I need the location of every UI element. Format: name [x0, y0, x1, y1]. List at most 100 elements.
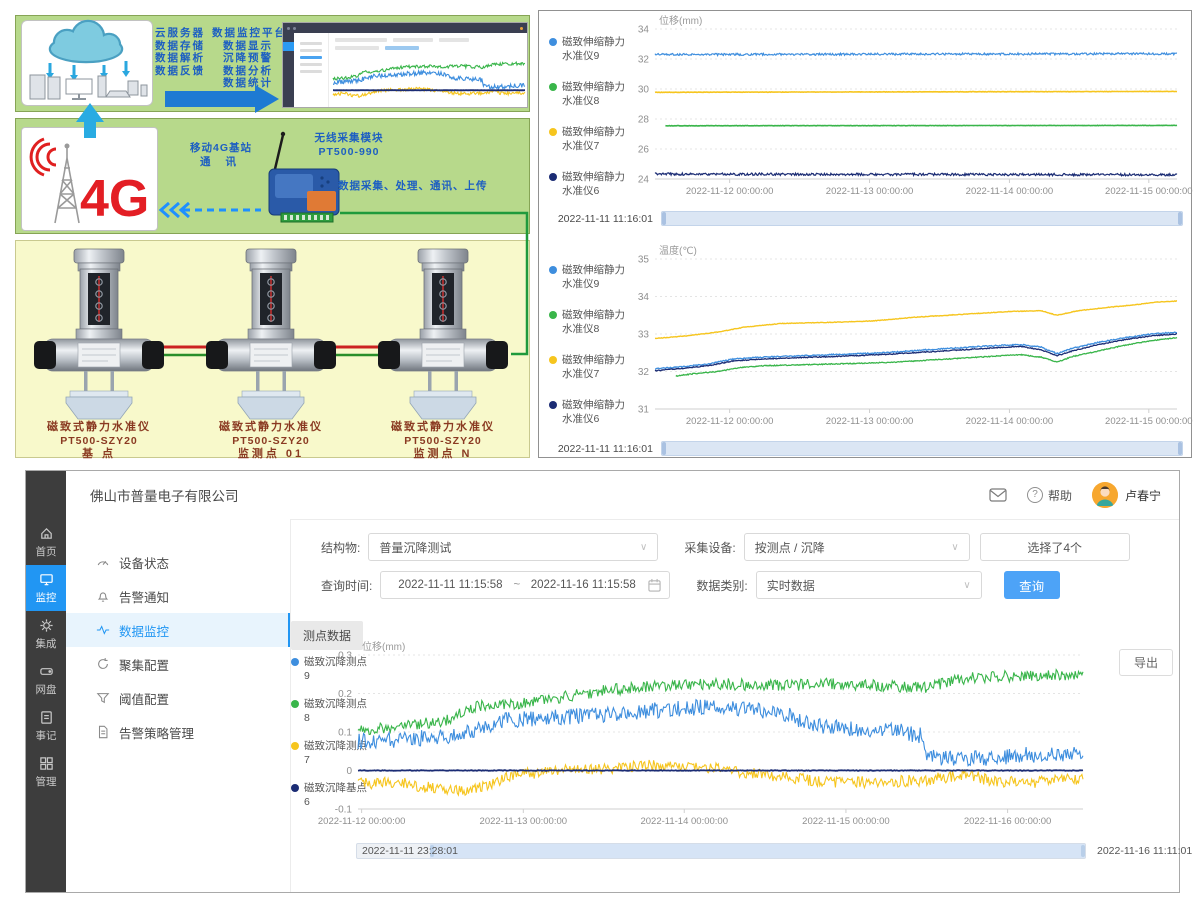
menu-item-data-monitor[interactable]: 数据监控	[66, 613, 290, 647]
sidebar-item-monitor[interactable]: 监控	[26, 565, 66, 611]
query-button[interactable]: 查询	[1004, 571, 1060, 599]
thumbnail-mini-chart	[331, 55, 527, 105]
time-range-scrollbar[interactable]	[661, 441, 1183, 456]
legend-item[interactable]: 磁致伸缩静力水准仪7	[549, 125, 629, 153]
sensor-label: 磁致式静力水准仪 PT500-SZY20 监测点 01	[196, 421, 346, 462]
drive-icon	[39, 664, 54, 679]
company-title: 佛山市普量电子有限公司	[90, 485, 239, 505]
menu-item-aggreg-config[interactable]: 聚集配置	[66, 647, 290, 681]
menu-item-label: 告警策略管理	[119, 723, 194, 742]
sidebar-item-label: 管理	[36, 774, 57, 789]
svg-text:2022-11-15 00:00:00: 2022-11-15 00:00:00	[802, 816, 890, 827]
displacement-legend: 磁致伸缩静力水准仪9 磁致伸缩静力水准仪8 磁致伸缩静力水准仪7 磁致伸缩静力水准仪6	[549, 35, 629, 198]
menu-item-label: 聚集配置	[119, 655, 169, 674]
time-range-picker[interactable]: 2022-11-11 11:15:58 ~ 2022-11-16 11:15:5…	[380, 571, 670, 599]
scroll-handle-right[interactable]	[1178, 442, 1182, 455]
svg-text:2022-11-13 00:00:00: 2022-11-13 00:00:00	[480, 816, 568, 827]
cloud-server-feature-list: 云服务器 数据存储 数据解析 数据反馈	[155, 27, 205, 77]
sidebar-item-journal[interactable]: 事记	[26, 703, 66, 749]
category-value: 实时数据	[767, 577, 815, 594]
sidebar-item-label: 监控	[36, 590, 57, 605]
monitor-icon	[39, 572, 54, 587]
chevron-down-icon	[963, 580, 970, 591]
sidebar-item-integration[interactable]: 集成	[26, 611, 66, 657]
svg-text:2022-11-15 00:00:00: 2022-11-15 00:00:00	[1105, 186, 1193, 197]
device-select[interactable]: 按测点 / 沉降	[744, 533, 970, 561]
structure-select[interactable]: 普量沉降测试	[368, 533, 658, 561]
svg-text:2022-11-16 00:00:00: 2022-11-16 00:00:00	[964, 816, 1052, 827]
legend-item[interactable]: 磁致伸缩静力水准仪8	[549, 308, 629, 336]
legend-item[interactable]: 磁致伸缩静力水准仪8	[549, 80, 629, 108]
legend-item[interactable]: 磁致伸缩静力水准仪6	[549, 170, 629, 198]
export-button[interactable]: 导出	[1119, 649, 1173, 676]
scroll-handle-right[interactable]	[1178, 212, 1182, 225]
legend-item[interactable]: 磁致伸缩静力水准仪6	[549, 398, 629, 426]
time-range-scrollbar[interactable]: 2022-11-11 23:28:01 2022-11-16 11:11:01	[356, 843, 1086, 859]
filter-icon	[96, 691, 110, 705]
calendar-icon	[648, 578, 661, 592]
menu-item-alert-notify[interactable]: 告警通知	[66, 579, 290, 613]
chevron-down-icon	[640, 542, 647, 553]
cloud-platform-box: 云服务器 数据存储 数据解析 数据反馈 数据监控平台 数据显示 沉降预警 数据分…	[15, 15, 530, 112]
temperature-chart[interactable]: 35343332312022-11-12 00:00:002022-11-13 …	[627, 245, 1183, 435]
displacement-chart[interactable]: 3432302826242022-11-12 00:00:002022-11-1…	[627, 15, 1183, 205]
platform-feature: 数据显示	[212, 40, 287, 53]
gauge-icon	[96, 555, 110, 569]
legend-item[interactable]: 磁致伸缩静力水准仪7	[549, 353, 629, 381]
svg-text:4G: 4G	[80, 170, 149, 228]
svg-text:33: 33	[638, 330, 650, 341]
menu-item-device-status[interactable]: 设备状态	[66, 545, 290, 579]
bell-icon	[96, 589, 110, 603]
device-label: 采集设备:	[684, 539, 735, 556]
svg-text:2022-11-12 00:00:00: 2022-11-12 00:00:00	[318, 816, 406, 827]
time-range-scrollbar[interactable]	[661, 211, 1183, 226]
sensor-charts-panel: 磁致伸缩静力水准仪9 磁致伸缩静力水准仪8 磁致伸缩静力水准仪7 磁致伸缩静力水准仪6…	[538, 10, 1192, 458]
svg-text:2022-11-12 00:00:00: 2022-11-12 00:00:00	[686, 416, 774, 427]
sidebar-item-home[interactable]: 首页	[26, 519, 66, 565]
legend-item[interactable]: 磁致伸缩静力水准仪9	[549, 35, 629, 63]
svg-text:2022-11-14 00:00:00: 2022-11-14 00:00:00	[640, 816, 728, 827]
scroll-handle-left[interactable]	[662, 212, 666, 225]
svg-text:0.1: 0.1	[338, 728, 352, 739]
structure-label: 结构物:	[321, 539, 360, 556]
time-end: 2022-11-16 11:15:58	[522, 579, 644, 591]
home-icon	[39, 526, 54, 541]
legend-dot	[549, 83, 557, 91]
svg-text:31: 31	[638, 405, 650, 416]
menu-item-threshold-config[interactable]: 阈值配置	[66, 681, 290, 715]
svg-text:0.2: 0.2	[338, 689, 352, 700]
svg-text:位移(mm): 位移(mm)	[659, 14, 702, 27]
sensor-label: 磁致式静力水准仪 PT500-SZY20 基 点	[24, 421, 174, 462]
help-label: 帮助	[1048, 487, 1072, 504]
menu-item-alert-strategy[interactable]: 告警策略管理	[66, 715, 290, 749]
sidebar-item-netdisk[interactable]: 网盘	[26, 657, 66, 703]
filter-row-1: 结构物: 普量沉降测试 采集设备: 按测点 / 沉降 选择了4个	[321, 533, 1165, 561]
menu-item-label: 设备状态	[119, 553, 169, 572]
legend-item[interactable]: 磁致伸缩静力水准仪9	[549, 263, 629, 291]
mail-icon[interactable]	[989, 488, 1007, 502]
category-select[interactable]: 实时数据	[756, 571, 982, 599]
legend-dot	[549, 311, 557, 319]
svg-text:26: 26	[638, 145, 650, 156]
cloud-feature: 云服务器	[155, 27, 205, 40]
sidebar-item-admin[interactable]: 管理	[26, 749, 66, 795]
sensor-label: 磁致式静力水准仪 PT500-SZY20 监测点 N	[368, 421, 518, 462]
svg-text:温度(℃): 温度(℃)	[659, 244, 697, 257]
wireless-module-title: 无线采集模块 PT500-990	[294, 131, 404, 159]
main-displacement-chart[interactable]: 0.30.20.10-0.12022-11-12 00:00:002022-11…	[331, 639, 1089, 833]
scroll-handle-left[interactable]	[662, 442, 666, 455]
menu-item-label: 告警通知	[119, 587, 169, 606]
user-menu[interactable]: 卢春宁	[1092, 482, 1161, 508]
selected-count: 选择了4个	[1027, 539, 1082, 556]
thumbnail-titlebar	[283, 23, 527, 33]
grid-icon	[39, 756, 54, 771]
svg-text:0.3: 0.3	[338, 651, 352, 662]
menu-item-label: 阈值配置	[119, 689, 169, 708]
svg-text:0: 0	[346, 766, 352, 777]
scroll-handle-right[interactable]	[1081, 845, 1085, 857]
svg-text:-0.1: -0.1	[335, 805, 353, 816]
help-button[interactable]: 帮助	[1027, 487, 1072, 504]
chevron-down-icon	[951, 542, 958, 553]
selected-count-box[interactable]: 选择了4个	[980, 533, 1130, 561]
main-time-scroll: 2022-11-11 23:28:01 2022-11-16 11:11:01	[356, 843, 1086, 859]
